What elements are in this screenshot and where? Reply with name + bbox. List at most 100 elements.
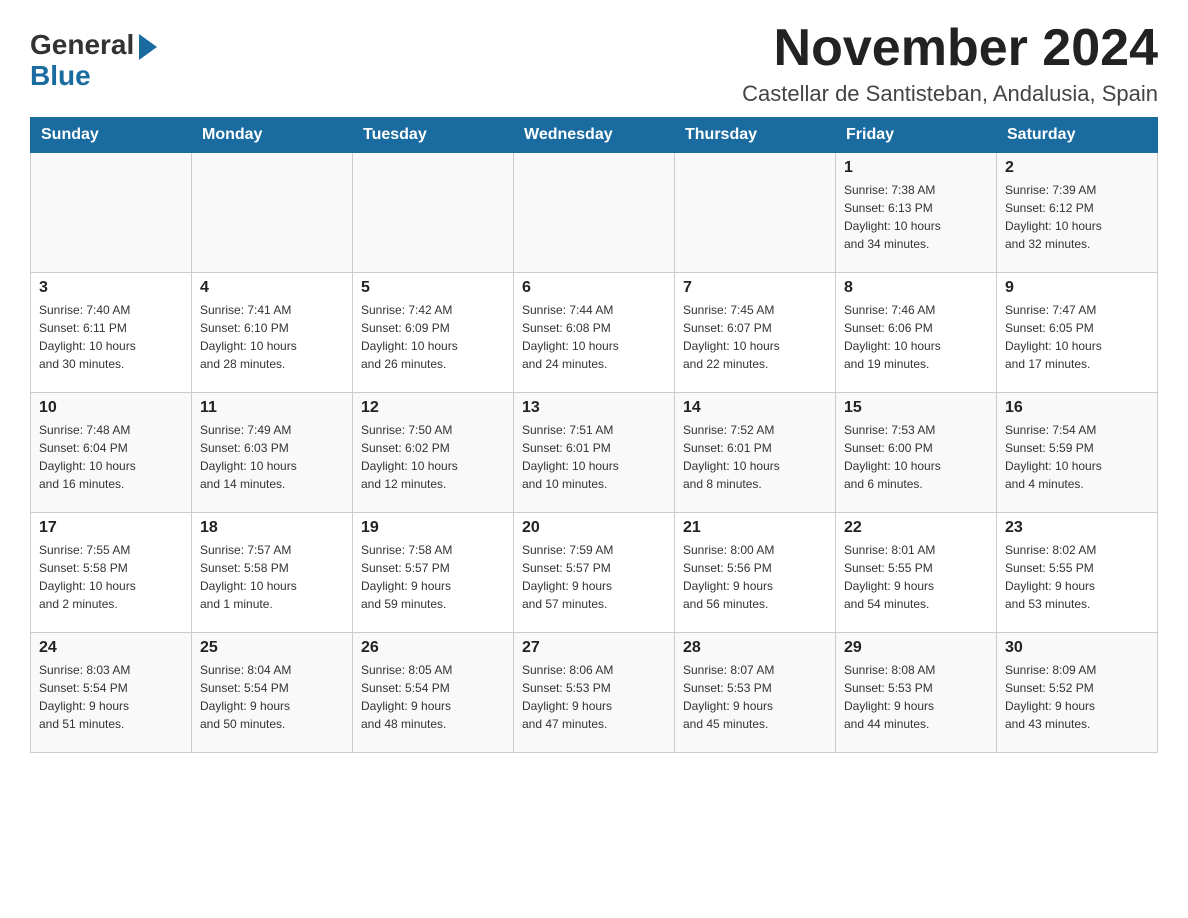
day-number: 30	[1005, 639, 1149, 657]
header-sunday: Sunday	[31, 118, 192, 153]
day-number: 21	[683, 519, 827, 537]
day-info: Sunrise: 7:55 AM Sunset: 5:58 PM Dayligh…	[39, 541, 183, 613]
title-section: November 2024 Castellar de Santisteban, …	[742, 20, 1158, 107]
day-info: Sunrise: 7:53 AM Sunset: 6:00 PM Dayligh…	[844, 421, 988, 493]
calendar-cell: 24 Sunrise: 8:03 AM Sunset: 5:54 PM Dayli…	[31, 633, 192, 753]
day-info: Sunrise: 7:47 AM Sunset: 6:05 PM Dayligh…	[1005, 301, 1149, 373]
day-number: 24	[39, 639, 183, 657]
day-number: 2	[1005, 159, 1149, 177]
day-number: 17	[39, 519, 183, 537]
calendar-cell: 23 Sunrise: 8:02 AM Sunset: 5:55 PM Dayli…	[997, 513, 1158, 633]
day-number: 16	[1005, 399, 1149, 417]
week-row-1: 1 Sunrise: 7:38 AM Sunset: 6:13 PM Daylig…	[31, 153, 1158, 273]
day-info: Sunrise: 7:40 AM Sunset: 6:11 PM Dayligh…	[39, 301, 183, 373]
day-number: 18	[200, 519, 344, 537]
day-info: Sunrise: 8:07 AM Sunset: 5:53 PM Dayligh…	[683, 661, 827, 733]
day-number: 8	[844, 279, 988, 297]
calendar-cell: 10 Sunrise: 7:48 AM Sunset: 6:04 PM Dayli…	[31, 393, 192, 513]
day-info: Sunrise: 7:41 AM Sunset: 6:10 PM Dayligh…	[200, 301, 344, 373]
week-row-2: 3 Sunrise: 7:40 AM Sunset: 6:11 PM Daylig…	[31, 273, 1158, 393]
day-info: Sunrise: 8:04 AM Sunset: 5:54 PM Dayligh…	[200, 661, 344, 733]
day-info: Sunrise: 8:08 AM Sunset: 5:53 PM Dayligh…	[844, 661, 988, 733]
calendar-cell: 20Sunrise: 7:59 AM Sunset: 5:57 PM Dayli…	[514, 513, 675, 633]
day-number: 23	[1005, 519, 1149, 537]
day-number: 27	[522, 639, 666, 657]
day-number: 29	[844, 639, 988, 657]
day-info: Sunrise: 7:49 AM Sunset: 6:03 PM Dayligh…	[200, 421, 344, 493]
header-wednesday: Wednesday	[514, 118, 675, 153]
day-info: Sunrise: 8:05 AM Sunset: 5:54 PM Dayligh…	[361, 661, 505, 733]
calendar-cell: 1 Sunrise: 7:38 AM Sunset: 6:13 PM Daylig…	[836, 153, 997, 273]
day-number: 26	[361, 639, 505, 657]
logo-general-text: General	[30, 31, 134, 59]
header-thursday: Thursday	[675, 118, 836, 153]
calendar-cell: 14 Sunrise: 7:52 AM Sunset: 6:01 PM Dayli…	[675, 393, 836, 513]
day-info: Sunrise: 8:06 AM Sunset: 5:53 PM Dayligh…	[522, 661, 666, 733]
day-info: Sunrise: 7:51 AM Sunset: 6:01 PM Dayligh…	[522, 421, 666, 493]
calendar-cell: 26 Sunrise: 8:05 AM Sunset: 5:54 PM Dayli…	[353, 633, 514, 753]
day-number: 19	[361, 519, 505, 537]
day-info: Sunrise: 7:54 AM Sunset: 5:59 PM Dayligh…	[1005, 421, 1149, 493]
day-number: 3	[39, 279, 183, 297]
calendar-cell	[31, 153, 192, 273]
calendar-cell: 28 Sunrise: 8:07 AM Sunset: 5:53 PM Dayli…	[675, 633, 836, 753]
calendar-cell: 7 Sunrise: 7:45 AM Sunset: 6:07 PM Daylig…	[675, 273, 836, 393]
day-info: Sunrise: 8:03 AM Sunset: 5:54 PM Dayligh…	[39, 661, 183, 733]
day-number: 13	[522, 399, 666, 417]
day-info: Sunrise: 7:46 AM Sunset: 6:06 PM Dayligh…	[844, 301, 988, 373]
calendar-cell	[675, 153, 836, 273]
calendar-cell: 15 Sunrise: 7:53 AM Sunset: 6:00 PM Dayli…	[836, 393, 997, 513]
day-info: Sunrise: 8:01 AM Sunset: 5:55 PM Dayligh…	[844, 541, 988, 613]
header-tuesday: Tuesday	[353, 118, 514, 153]
day-info: Sunrise: 7:57 AM Sunset: 5:58 PM Dayligh…	[200, 541, 344, 613]
day-number: 7	[683, 279, 827, 297]
logo-blue-text: Blue	[30, 60, 91, 92]
calendar-cell: 3 Sunrise: 7:40 AM Sunset: 6:11 PM Daylig…	[31, 273, 192, 393]
calendar-cell: 30 Sunrise: 8:09 AM Sunset: 5:52 PM Dayli…	[997, 633, 1158, 753]
day-number: 1	[844, 159, 988, 177]
day-info: Sunrise: 7:38 AM Sunset: 6:13 PM Dayligh…	[844, 181, 988, 253]
calendar-cell: 22Sunrise: 8:01 AM Sunset: 5:55 PM Dayli…	[836, 513, 997, 633]
calendar-cell: 12Sunrise: 7:50 AM Sunset: 6:02 PM Dayli…	[353, 393, 514, 513]
week-row-4: 17 Sunrise: 7:55 AM Sunset: 5:58 PM Dayli…	[31, 513, 1158, 633]
day-number: 11	[200, 399, 344, 417]
day-info: Sunrise: 8:09 AM Sunset: 5:52 PM Dayligh…	[1005, 661, 1149, 733]
day-info: Sunrise: 8:00 AM Sunset: 5:56 PM Dayligh…	[683, 541, 827, 613]
day-info: Sunrise: 7:45 AM Sunset: 6:07 PM Dayligh…	[683, 301, 827, 373]
week-row-5: 24 Sunrise: 8:03 AM Sunset: 5:54 PM Dayli…	[31, 633, 1158, 753]
week-row-3: 10 Sunrise: 7:48 AM Sunset: 6:04 PM Dayli…	[31, 393, 1158, 513]
calendar-cell	[192, 153, 353, 273]
calendar-cell: 9 Sunrise: 7:47 AM Sunset: 6:05 PM Daylig…	[997, 273, 1158, 393]
calendar-cell: 17 Sunrise: 7:55 AM Sunset: 5:58 PM Dayli…	[31, 513, 192, 633]
day-info: Sunrise: 7:44 AM Sunset: 6:08 PM Dayligh…	[522, 301, 666, 373]
header-saturday: Saturday	[997, 118, 1158, 153]
calendar-table: SundayMondayTuesdayWednesdayThursdayFrid…	[30, 117, 1158, 753]
day-info: Sunrise: 7:39 AM Sunset: 6:12 PM Dayligh…	[1005, 181, 1149, 253]
calendar-cell: 27 Sunrise: 8:06 AM Sunset: 5:53 PM Dayli…	[514, 633, 675, 753]
day-info: Sunrise: 7:52 AM Sunset: 6:01 PM Dayligh…	[683, 421, 827, 493]
calendar-cell: 21 Sunrise: 8:00 AM Sunset: 5:56 PM Dayli…	[675, 513, 836, 633]
calendar-cell: 8 Sunrise: 7:46 AM Sunset: 6:06 PM Daylig…	[836, 273, 997, 393]
day-number: 25	[200, 639, 344, 657]
calendar-header-row: SundayMondayTuesdayWednesdayThursdayFrid…	[31, 118, 1158, 153]
calendar-cell: 5 Sunrise: 7:42 AM Sunset: 6:09 PM Daylig…	[353, 273, 514, 393]
day-number: 10	[39, 399, 183, 417]
calendar-cell: 29 Sunrise: 8:08 AM Sunset: 5:53 PM Dayli…	[836, 633, 997, 753]
calendar-cell: 18 Sunrise: 7:57 AM Sunset: 5:58 PM Dayli…	[192, 513, 353, 633]
page-header: General Blue November 2024 Castellar de …	[30, 20, 1158, 107]
day-info: Sunrise: 8:02 AM Sunset: 5:55 PM Dayligh…	[1005, 541, 1149, 613]
calendar-cell	[353, 153, 514, 273]
day-number: 15	[844, 399, 988, 417]
day-info: Sunrise: 7:48 AM Sunset: 6:04 PM Dayligh…	[39, 421, 183, 493]
calendar-cell: 13 Sunrise: 7:51 AM Sunset: 6:01 PM Dayli…	[514, 393, 675, 513]
day-number: 28	[683, 639, 827, 657]
calendar-cell: 25 Sunrise: 8:04 AM Sunset: 5:54 PM Dayli…	[192, 633, 353, 753]
calendar-cell	[514, 153, 675, 273]
day-info: Sunrise: 7:59 AM Sunset: 5:57 PM Dayligh…	[522, 541, 666, 613]
day-number: 14	[683, 399, 827, 417]
day-number: 9	[1005, 279, 1149, 297]
calendar-cell: 4Sunrise: 7:41 AM Sunset: 6:10 PM Daylig…	[192, 273, 353, 393]
day-number: 5	[361, 279, 505, 297]
location-subtitle: Castellar de Santisteban, Andalusia, Spa…	[742, 81, 1158, 107]
day-info: Sunrise: 7:42 AM Sunset: 6:09 PM Dayligh…	[361, 301, 505, 373]
